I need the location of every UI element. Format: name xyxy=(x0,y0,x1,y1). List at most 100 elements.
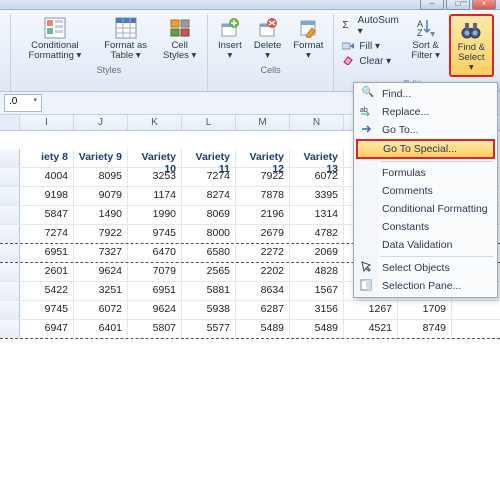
cell[interactable]: 5938 xyxy=(182,301,236,319)
col-header[interactable]: I xyxy=(20,115,74,130)
cell[interactable]: 9624 xyxy=(74,263,128,281)
header-cell[interactable]: Variety 12 xyxy=(236,149,290,167)
ribbon-min-icon[interactable]: ▵ xyxy=(449,0,454,3)
cell[interactable]: 2202 xyxy=(236,263,290,281)
format-button[interactable]: Format ▾ xyxy=(289,14,327,63)
win-restore-icon[interactable]: ❐ xyxy=(473,0,482,3)
cell[interactable]: 3395 xyxy=(290,187,344,205)
cell[interactable]: 8634 xyxy=(236,282,290,300)
cell[interactable]: 3253 xyxy=(128,168,182,186)
cell[interactable]: 5577 xyxy=(182,320,236,338)
cell[interactable]: 1709 xyxy=(398,301,452,319)
menu-constants[interactable]: Constants xyxy=(356,218,495,236)
cell[interactable]: 5489 xyxy=(236,320,290,338)
cell[interactable]: 6470 xyxy=(128,244,182,262)
menu-comments[interactable]: Comments xyxy=(356,182,495,200)
sort-filter-button[interactable]: AZ Sort & Filter ▾ xyxy=(407,14,445,63)
cell[interactable]: 6401 xyxy=(74,320,128,338)
cell[interactable]: 7274 xyxy=(20,225,74,243)
cell[interactable]: 5807 xyxy=(128,320,182,338)
cell[interactable]: 6287 xyxy=(236,301,290,319)
clear-button[interactable]: Clear ▾ xyxy=(340,54,402,68)
cell[interactable]: 6072 xyxy=(74,301,128,319)
cell[interactable]: 3251 xyxy=(74,282,128,300)
header-cell[interactable]: Variety 13 xyxy=(290,149,344,167)
cell[interactable] xyxy=(452,301,500,319)
cell[interactable]: 8069 xyxy=(182,206,236,224)
win-close-icon[interactable]: × xyxy=(489,0,495,3)
fill-button[interactable]: Fill ▾ xyxy=(340,39,402,53)
header-cell[interactable]: iety 8 xyxy=(20,149,74,167)
cell[interactable]: 1267 xyxy=(344,301,398,319)
col-header[interactable]: K xyxy=(128,115,182,130)
cell[interactable]: 8749 xyxy=(398,320,452,338)
cell[interactable]: 5881 xyxy=(182,282,236,300)
header-cell[interactable]: Variety 9 xyxy=(74,149,128,167)
col-header[interactable] xyxy=(0,115,20,130)
col-header[interactable]: L xyxy=(182,115,236,130)
autosum-button[interactable]: ΣAutoSum ▾ xyxy=(340,14,402,38)
cell[interactable]: 7274 xyxy=(182,168,236,186)
win-min-icon[interactable]: _ xyxy=(461,0,467,3)
cell[interactable]: 1174 xyxy=(128,187,182,205)
delete-button[interactable]: Delete ▾ xyxy=(250,14,285,63)
cell[interactable]: 9624 xyxy=(128,301,182,319)
col-header[interactable]: M xyxy=(236,115,290,130)
cell-styles-button[interactable]: Cell Styles ▾ xyxy=(158,14,200,63)
cell[interactable]: 7079 xyxy=(128,263,182,281)
cell[interactable]: 2679 xyxy=(236,225,290,243)
cell[interactable]: 1490 xyxy=(74,206,128,224)
menu-goto[interactable]: Go To... xyxy=(356,121,495,139)
menu-find[interactable]: 🔍Find... xyxy=(356,85,495,103)
cell[interactable]: 9198 xyxy=(20,187,74,205)
name-box[interactable]: .0▾ xyxy=(4,94,42,112)
header-cell[interactable]: Variety 10 xyxy=(128,149,182,167)
menu-conditional-formatting[interactable]: Conditional Formatting xyxy=(356,200,495,218)
cell[interactable]: 6951 xyxy=(128,282,182,300)
cell[interactable]: 7878 xyxy=(236,187,290,205)
cell[interactable]: 5422 xyxy=(20,282,74,300)
menu-data-validation[interactable]: Data Validation xyxy=(356,236,495,254)
cell[interactable]: 6072 xyxy=(290,168,344,186)
cell[interactable]: 8095 xyxy=(74,168,128,186)
cell[interactable]: 6951 xyxy=(20,244,74,262)
cell[interactable]: 4521 xyxy=(344,320,398,338)
cell[interactable]: 1314 xyxy=(290,206,344,224)
cell[interactable]: 3156 xyxy=(290,301,344,319)
cell[interactable]: 8000 xyxy=(182,225,236,243)
col-header[interactable]: N xyxy=(290,115,344,130)
cell[interactable]: 2069 xyxy=(290,244,344,262)
cell[interactable]: 7922 xyxy=(236,168,290,186)
cell[interactable]: 4004 xyxy=(20,168,74,186)
find-select-button[interactable]: Find & Select ▾ xyxy=(449,14,494,77)
help-icon[interactable]: ? xyxy=(436,0,442,3)
cell[interactable]: 9745 xyxy=(20,301,74,319)
cell[interactable]: 9079 xyxy=(74,187,128,205)
menu-goto-special[interactable]: Go To Special... xyxy=(356,139,495,159)
cell[interactable]: 9745 xyxy=(128,225,182,243)
cell[interactable]: 4782 xyxy=(290,225,344,243)
conditional-formatting-button[interactable]: Conditional Formatting ▾ xyxy=(17,14,93,63)
col-header[interactable]: J xyxy=(74,115,128,130)
cell[interactable]: 2565 xyxy=(182,263,236,281)
cell[interactable]: 6580 xyxy=(182,244,236,262)
cell[interactable]: 7327 xyxy=(74,244,128,262)
menu-selection-pane[interactable]: Selection Pane... xyxy=(356,277,495,295)
cell[interactable]: 6947 xyxy=(20,320,74,338)
menu-replace[interactable]: abReplace... xyxy=(356,103,495,121)
cell[interactable]: 2196 xyxy=(236,206,290,224)
format-as-table-button[interactable]: Format as Table ▾ xyxy=(97,14,155,63)
cell[interactable]: 7922 xyxy=(74,225,128,243)
cell[interactable]: 8274 xyxy=(182,187,236,205)
cell[interactable]: 5489 xyxy=(290,320,344,338)
menu-formulas[interactable]: Formulas xyxy=(356,164,495,182)
cell[interactable]: 2601 xyxy=(20,263,74,281)
cell[interactable]: 2272 xyxy=(236,244,290,262)
cell[interactable] xyxy=(452,320,500,338)
cell[interactable]: 4828 xyxy=(290,263,344,281)
cell[interactable]: 1990 xyxy=(128,206,182,224)
cell[interactable]: 5847 xyxy=(20,206,74,224)
cell[interactable]: 1567 xyxy=(290,282,344,300)
menu-select-objects[interactable]: Select Objects xyxy=(356,259,495,277)
header-cell[interactable]: Variety 11 xyxy=(182,149,236,167)
